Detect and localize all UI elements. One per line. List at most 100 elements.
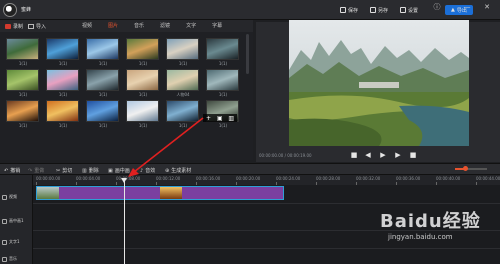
delete-icon[interactable]: ▥	[228, 115, 234, 122]
pip-track-icon	[2, 218, 7, 224]
timeline-tick-label: 00:00:00.00	[36, 176, 61, 181]
timeline-tick-label: 00:00:04.00	[76, 176, 101, 181]
thumbnail-actions: + ▣ ▥	[203, 114, 237, 122]
media-thumbnail-label: 人物04	[176, 92, 190, 97]
media-thumbnail-label: 1(1)	[58, 61, 68, 66]
media-thumbnail[interactable]	[86, 38, 119, 60]
media-thumbnail-label: 1(1)	[98, 61, 108, 66]
media-thumbnail[interactable]	[6, 38, 39, 60]
track-header-music: 音乐	[2, 256, 17, 262]
media-thumbnail[interactable]	[46, 100, 79, 122]
media-thumbnail[interactable]	[86, 69, 119, 91]
media-thumbnail-label: 1(1)	[218, 92, 228, 97]
save-as-icon	[370, 7, 376, 13]
media-thumbnail[interactable]	[126, 69, 159, 91]
playhead[interactable]	[124, 178, 125, 264]
track-header-pip: 画中画1	[2, 218, 24, 224]
save-icon	[340, 7, 346, 13]
timeline-tick-label: 00:00:12.00	[156, 176, 181, 181]
media-thumbnail[interactable]	[206, 38, 239, 60]
media-thumbnail[interactable]	[6, 100, 39, 122]
edit-icon[interactable]: ▣	[217, 115, 223, 122]
tab-subtitle[interactable]: 字幕	[212, 22, 222, 29]
undo-button[interactable]: ↶ 撤销	[4, 167, 20, 175]
media-thumbnail[interactable]	[206, 69, 239, 91]
timeline-tick-label: 00:00:20.00	[236, 176, 261, 181]
edit-toolbar: ↶ 撤销 ↷ 重做 ✂ 剪切 ▥ 删除 ▣ 画中画 ♪ 音效 ⊕ 生成素材	[0, 163, 500, 175]
fullscreen-icon[interactable]: ■	[409, 151, 417, 159]
tab-text[interactable]: 文字	[186, 22, 196, 29]
timeline-tick-label: 00:00:40.00	[436, 176, 461, 181]
media-thumbnail-label: 1(1)	[218, 123, 228, 128]
media-thumbnail-label: 1(1)	[138, 61, 148, 66]
media-thumbnail[interactable]	[86, 100, 119, 122]
app-logo	[3, 3, 17, 17]
delete-button[interactable]: ▥ 删除	[82, 167, 99, 175]
cut-button[interactable]: ✂ 剪切	[56, 167, 72, 175]
media-thumbnail-label: 1(1)	[18, 61, 28, 66]
media-thumbnail[interactable]	[126, 100, 159, 122]
timeline-tick-label: 00:00:08.00	[116, 176, 141, 181]
media-thumbnail[interactable]	[46, 69, 79, 91]
close-icon[interactable]: ✕	[483, 3, 491, 11]
minimize-icon[interactable]: —	[463, 3, 471, 11]
media-thumbnail-label: 1(1)	[58, 123, 68, 128]
save-as-button[interactable]: 另存	[370, 5, 388, 15]
media-thumbnail-label: 1(1)	[98, 92, 108, 97]
next-frame-icon[interactable]: ▶	[394, 151, 402, 159]
audio-icon: ♪	[140, 167, 144, 174]
tab-video[interactable]: 视频	[82, 22, 92, 29]
library-scrollbar[interactable]	[246, 34, 249, 74]
media-thumbnail-label: 1(1)	[138, 123, 148, 128]
watermark-url: jingyan.baidu.com	[388, 233, 453, 241]
import-button[interactable]: 导入	[28, 22, 46, 30]
trash-icon: ▥	[82, 167, 87, 174]
pip-button[interactable]: ▣ 画中画	[108, 167, 130, 175]
zoom-slider-knob[interactable]	[463, 166, 468, 171]
export-icon: ▲	[451, 7, 455, 13]
media-thumbnail[interactable]	[166, 38, 199, 60]
media-thumbnail[interactable]	[46, 38, 79, 60]
lane-divider	[33, 203, 500, 204]
prev-frame-icon[interactable]: ◀	[364, 151, 372, 159]
tab-image[interactable]: 图片	[108, 22, 118, 29]
timeline-ruler[interactable]	[33, 175, 500, 185]
media-thumbnail-label: 1(1)	[178, 61, 188, 66]
text-track-icon	[2, 239, 7, 245]
lane-divider	[33, 248, 500, 249]
save-button[interactable]: 保存	[340, 5, 358, 15]
audio-effect-button[interactable]: ♪ 音效	[140, 167, 155, 175]
track-header-video: 视频	[2, 194, 17, 200]
play-icon[interactable]: ▶	[379, 151, 387, 159]
media-thumbnail[interactable]	[126, 38, 159, 60]
timeline-tick-label: 00:00:28.00	[316, 176, 341, 181]
library-tabs: 视频 图片 音乐 滤镜 文字 字幕	[82, 22, 222, 29]
gear-icon	[400, 7, 406, 13]
timeline-tick-label: 00:00:36.00	[396, 176, 421, 181]
add-icon[interactable]: +	[206, 115, 211, 122]
settings-button[interactable]: 设置	[400, 5, 418, 15]
import-icon	[28, 23, 34, 29]
media-thumbnail[interactable]	[166, 69, 199, 91]
clip-thumbnail	[37, 187, 59, 199]
info-icon[interactable]: ⓘ	[433, 3, 441, 11]
clip-thumbnail	[160, 187, 182, 199]
tab-music[interactable]: 音乐	[134, 22, 144, 29]
media-thumbnail[interactable]	[6, 69, 39, 91]
media-thumbnail-label: 1(1)	[58, 92, 68, 97]
scissors-icon: ✂	[56, 167, 61, 174]
timeline-tick-label: 00:00:32.00	[356, 176, 381, 181]
redo-button[interactable]: ↷ 重做	[28, 167, 44, 175]
redo-icon: ↷	[28, 167, 33, 174]
record-icon	[5, 23, 11, 29]
record-button[interactable]: 录制	[5, 22, 23, 30]
media-thumbnail[interactable]	[166, 100, 199, 122]
pip-icon: ▣	[108, 167, 113, 174]
preview-timecode: 00:00:00.00 / 00:00:19.00	[259, 153, 312, 158]
watermark-logo: Baidu经验	[380, 211, 481, 232]
generate-button[interactable]: ⊕ 生成素材	[165, 167, 191, 175]
tab-filter[interactable]: 滤镜	[160, 22, 170, 29]
media-thumbnail-label: 1(1)	[98, 123, 108, 128]
media-thumbnail-label: 1(1)	[138, 92, 148, 97]
stop-icon[interactable]: ■	[350, 151, 358, 159]
